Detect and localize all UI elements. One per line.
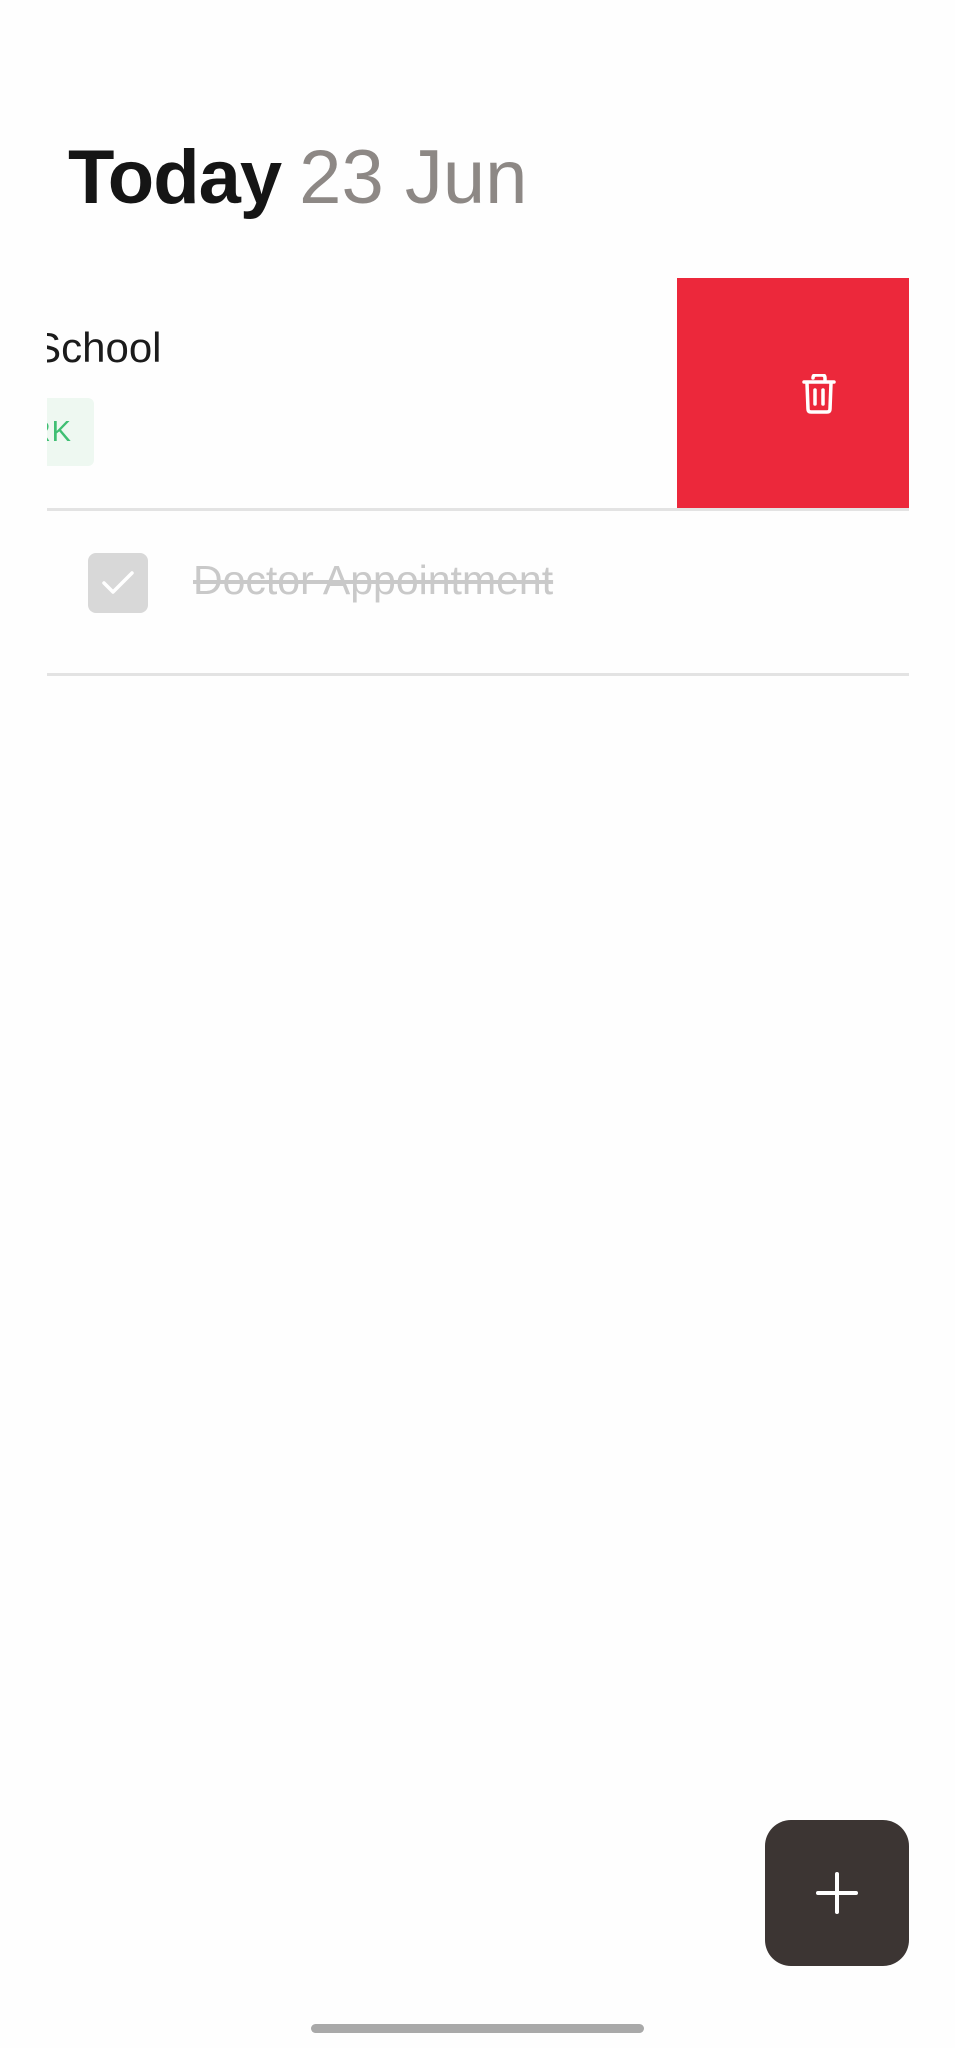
task-tag: RK xyxy=(47,398,94,466)
delete-swipe-button[interactable] xyxy=(677,278,909,508)
page-date: 23 Jun xyxy=(299,135,528,220)
trash-icon xyxy=(802,373,836,414)
task-title: Doctor Appointment xyxy=(193,557,554,603)
task-row-content[interactable]: ting at School RK xyxy=(47,278,727,508)
plus-icon xyxy=(816,1872,858,1914)
task-list: ting at School RK Doctor Appointment xyxy=(47,278,909,676)
page-header: Today 23 Jun xyxy=(68,140,527,216)
add-task-button[interactable] xyxy=(765,1820,909,1966)
task-row-swiped[interactable]: ting at School RK xyxy=(47,278,909,511)
task-row-completed[interactable]: Doctor Appointment xyxy=(47,511,909,676)
check-icon xyxy=(102,571,134,594)
home-indicator[interactable] xyxy=(311,2024,644,2033)
task-title: ting at School xyxy=(47,324,162,371)
page-title: Today xyxy=(68,135,282,220)
task-checkbox[interactable] xyxy=(88,553,148,613)
